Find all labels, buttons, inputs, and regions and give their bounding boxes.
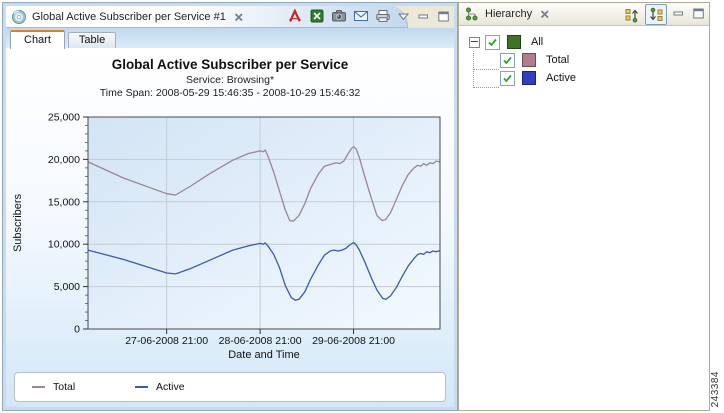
svg-text:20,000: 20,000 — [48, 154, 80, 166]
figure-number: 243384 — [710, 370, 721, 407]
checkbox-all[interactable] — [485, 34, 500, 50]
tree-label-total[interactable]: Total — [546, 54, 569, 66]
pdf-export-icon[interactable] — [287, 8, 303, 24]
total-line-swatch — [32, 386, 45, 388]
check-icon — [488, 38, 497, 46]
tab-chart[interactable]: Chart — [10, 30, 65, 49]
active-line-swatch — [135, 386, 148, 388]
report-window-controls — [397, 10, 450, 23]
legend-label-total: Total — [53, 381, 76, 393]
minimize-icon[interactable] — [417, 10, 430, 23]
series-color-all — [507, 35, 521, 49]
tree-row-active[interactable]: Active — [500, 69, 709, 87]
hierarchy-view-tab-header[interactable]: Hierarchy — [459, 3, 709, 26]
svg-text:Subscribers: Subscribers — [12, 193, 24, 252]
legend-item-active: Active — [135, 381, 238, 393]
check-icon — [503, 56, 512, 64]
tree-connector — [474, 87, 499, 88]
chart-panel: Global Active Subscriber per Service Ser… — [6, 48, 454, 407]
view-menu-chevron-icon[interactable] — [397, 10, 410, 23]
tree-arrow-down-icon[interactable] — [645, 4, 667, 25]
svg-text:5,000: 5,000 — [54, 281, 80, 293]
chart-subtitle: Service: Browsing* — [185, 74, 275, 86]
report-subtabs: Chart Table — [6, 28, 454, 49]
svg-text:0: 0 — [74, 324, 80, 336]
report-view-tab[interactable]: Global Active Subscriber per Service #1 — [6, 6, 408, 28]
svg-text:25,000: 25,000 — [48, 112, 80, 124]
check-icon — [503, 74, 512, 82]
tree-arrow-up-icon[interactable] — [621, 4, 643, 25]
close-icon[interactable] — [231, 9, 247, 25]
svg-text:27-06-2008 21:00: 27-06-2008 21:00 — [125, 335, 208, 347]
svg-text:10,000: 10,000 — [48, 239, 80, 251]
tree-row-total[interactable]: Total — [500, 51, 709, 69]
chart-canvas: 0 5,000 10,000 15,000 20,000 25,000 27-06-2008… — [12, 112, 441, 361]
report-view-tab-title: Global Active Subscriber per Service #1 — [32, 10, 226, 23]
chart-time-span: Time Span: 2008-05-29 15:46:35 - 2008-10… — [99, 87, 361, 99]
svg-text:28-06-2008 21:00: 28-06-2008 21:00 — [219, 335, 302, 347]
report-toolbar — [287, 8, 391, 24]
tab-table[interactable]: Table — [67, 32, 117, 48]
hierarchy-toolbar — [621, 4, 667, 25]
tree-label-active[interactable]: Active — [546, 72, 576, 84]
snapshot-icon[interactable] — [331, 8, 347, 24]
tree-connector — [474, 69, 499, 70]
chart-title: Global Active Subscriber per Service — [111, 57, 349, 72]
hierarchy-window-controls — [672, 7, 705, 20]
maximize-icon[interactable] — [437, 10, 450, 23]
email-icon[interactable] — [353, 8, 369, 24]
close-icon[interactable] — [537, 6, 553, 22]
minimize-icon[interactable] — [672, 7, 685, 20]
series-color-total — [522, 53, 536, 67]
checkbox-total[interactable] — [500, 52, 515, 68]
report-disc-icon — [11, 9, 27, 25]
svg-text:29-06-2008 21:00: 29-06-2008 21:00 — [312, 335, 395, 347]
legend-label-active: Active — [156, 381, 185, 393]
excel-export-icon[interactable] — [309, 8, 325, 24]
hierarchy-view: Hierarchy All Total Active — [458, 2, 710, 411]
hierarchy-view-tab-title: Hierarchy — [485, 8, 533, 20]
hierarchy-tree: All Total Active — [459, 26, 709, 88]
svg-text:15,000: 15,000 — [48, 196, 80, 208]
maximize-icon[interactable] — [692, 7, 705, 20]
tree-row-all[interactable]: All — [459, 33, 709, 51]
report-view-tab-header: Global Active Subscriber per Service #1 — [6, 6, 454, 28]
checkbox-active[interactable] — [500, 70, 515, 86]
collapse-icon[interactable] — [469, 36, 480, 48]
chart-legend: Total Active — [14, 372, 446, 402]
report-view: Global Active Subscriber per Service #1 — [2, 2, 458, 411]
legend-item-total: Total — [32, 381, 135, 393]
hierarchy-tree-icon — [464, 6, 480, 22]
svg-text:Date and Time: Date and Time — [228, 349, 300, 361]
print-icon[interactable] — [375, 8, 391, 24]
series-color-active — [522, 71, 536, 85]
tree-label-all[interactable]: All — [531, 36, 543, 48]
